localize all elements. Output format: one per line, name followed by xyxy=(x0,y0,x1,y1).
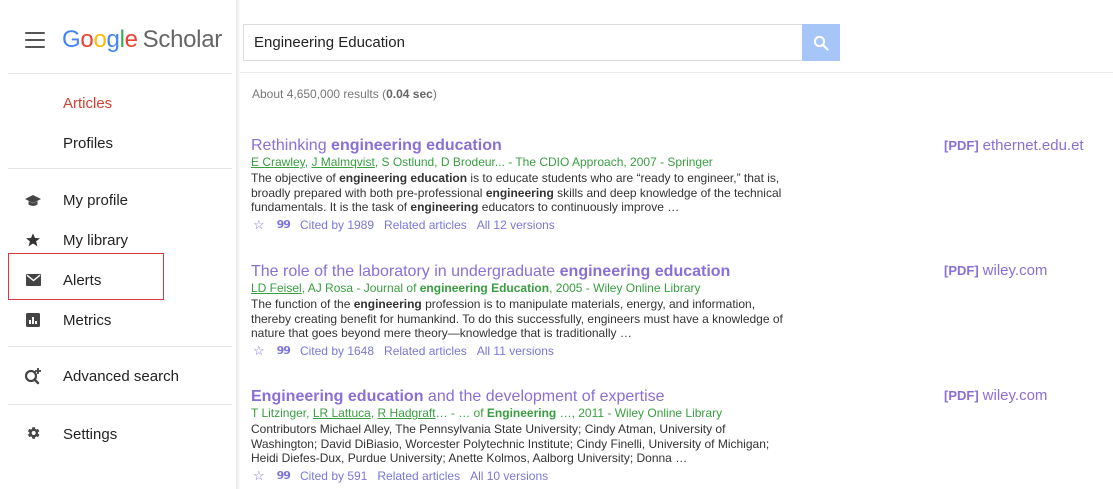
pdf-link[interactable]: [PDF] ethernet.edu.et xyxy=(944,137,1084,154)
pdf-link[interactable]: [PDF] wiley.com xyxy=(944,387,1047,404)
related-articles-link[interactable]: Related articles xyxy=(384,343,467,359)
result-title-link[interactable]: Engineering education and the developmen… xyxy=(251,387,811,406)
cite-quote-icon[interactable]: 99 xyxy=(277,217,291,233)
alerts-highlight-box xyxy=(8,253,164,300)
author-link[interactable]: R Hadgraft xyxy=(378,406,436,420)
related-articles-link[interactable]: Related articles xyxy=(377,468,460,484)
cited-by-link[interactable]: Cited by 1989 xyxy=(300,217,374,233)
sidebar-item-my-library[interactable]: My library xyxy=(63,231,128,251)
result-actions: ☆ 99 Cited by 1648 Related articles All … xyxy=(251,343,811,359)
header-divider xyxy=(240,72,1113,73)
sidebar-item-my-profile[interactable]: My profile xyxy=(63,191,128,211)
result-actions: ☆ 99 Cited by 1989 Related articles All … xyxy=(251,217,811,233)
result-title-link[interactable]: The role of the laboratory in undergradu… xyxy=(251,262,811,281)
result-authors: LD Feisel, AJ Rosa - Journal of engineer… xyxy=(251,281,701,295)
result-snippet: Contributors Michael Alley, The Pennsylv… xyxy=(251,422,770,465)
sidebar-item-advanced-search[interactable]: Advanced search xyxy=(63,367,179,387)
result-title-link[interactable]: Rethinking engineering education xyxy=(251,136,811,155)
sidebar-edge xyxy=(236,0,240,489)
all-versions-link[interactable]: All 12 versions xyxy=(477,217,555,233)
save-star-icon[interactable]: ☆ xyxy=(253,468,265,484)
menu-icon[interactable] xyxy=(25,32,45,48)
search-icon xyxy=(813,35,829,51)
author-link[interactable]: E Crawley xyxy=(251,155,305,169)
search-plus-icon xyxy=(24,367,42,385)
google-scholar-logo[interactable]: Google Scholar xyxy=(62,25,222,55)
result-authors: T Litzinger, LR Lattuca, R Hadgraft… - …… xyxy=(251,406,723,420)
save-star-icon[interactable]: ☆ xyxy=(253,217,265,233)
scholar-page: Google Scholar Articles Profiles My profi… xyxy=(0,0,1113,489)
graduation-cap-icon xyxy=(24,192,42,210)
pdf-link[interactable]: [PDF] wiley.com xyxy=(944,262,1047,279)
author-link[interactable]: LR Lattuca xyxy=(313,406,371,420)
sidebar-divider xyxy=(8,168,232,169)
sidebar-item-profiles[interactable]: Profiles xyxy=(63,134,113,154)
gear-icon xyxy=(24,424,42,442)
all-versions-link[interactable]: All 10 versions xyxy=(470,468,548,484)
sidebar-item-metrics[interactable]: Metrics xyxy=(63,311,111,331)
result-item: The role of the laboratory in undergradu… xyxy=(251,262,811,359)
sidebar: Google Scholar Articles Profiles My profi… xyxy=(0,0,236,489)
star-icon xyxy=(24,231,42,249)
cite-quote-icon[interactable]: 99 xyxy=(277,468,291,484)
author-link[interactable]: J Malmqvist xyxy=(311,155,374,169)
cite-quote-icon[interactable]: 99 xyxy=(277,343,291,359)
result-item: Engineering education and the developmen… xyxy=(251,387,811,484)
sidebar-item-articles[interactable]: Articles xyxy=(63,94,112,114)
author-link[interactable]: LD Feisel xyxy=(251,281,302,295)
search-button[interactable] xyxy=(802,24,840,61)
metrics-icon xyxy=(24,311,42,329)
related-articles-link[interactable]: Related articles xyxy=(384,217,467,233)
sidebar-divider xyxy=(8,404,232,405)
all-versions-link[interactable]: All 11 versions xyxy=(477,343,554,359)
cited-by-link[interactable]: Cited by 1648 xyxy=(300,343,374,359)
search-input[interactable] xyxy=(244,25,802,60)
sidebar-item-settings[interactable]: Settings xyxy=(63,425,117,445)
result-snippet: The objective of engineering education i… xyxy=(251,171,782,214)
result-authors: E Crawley, J Malmqvist, S Ostlund, D Bro… xyxy=(251,155,713,169)
result-item: Rethinking engineering education E Crawl… xyxy=(251,136,811,233)
save-star-icon[interactable]: ☆ xyxy=(253,343,265,359)
sidebar-divider xyxy=(8,73,232,74)
result-snippet: The function of the engineering professi… xyxy=(251,297,783,340)
sidebar-divider xyxy=(8,346,232,347)
results-count: About 4,650,000 results (0.04 sec) xyxy=(252,87,437,101)
result-actions: ☆ 99 Cited by 591 Related articles All 1… xyxy=(251,468,811,484)
cited-by-link[interactable]: Cited by 591 xyxy=(300,468,367,484)
search-box xyxy=(243,24,802,61)
